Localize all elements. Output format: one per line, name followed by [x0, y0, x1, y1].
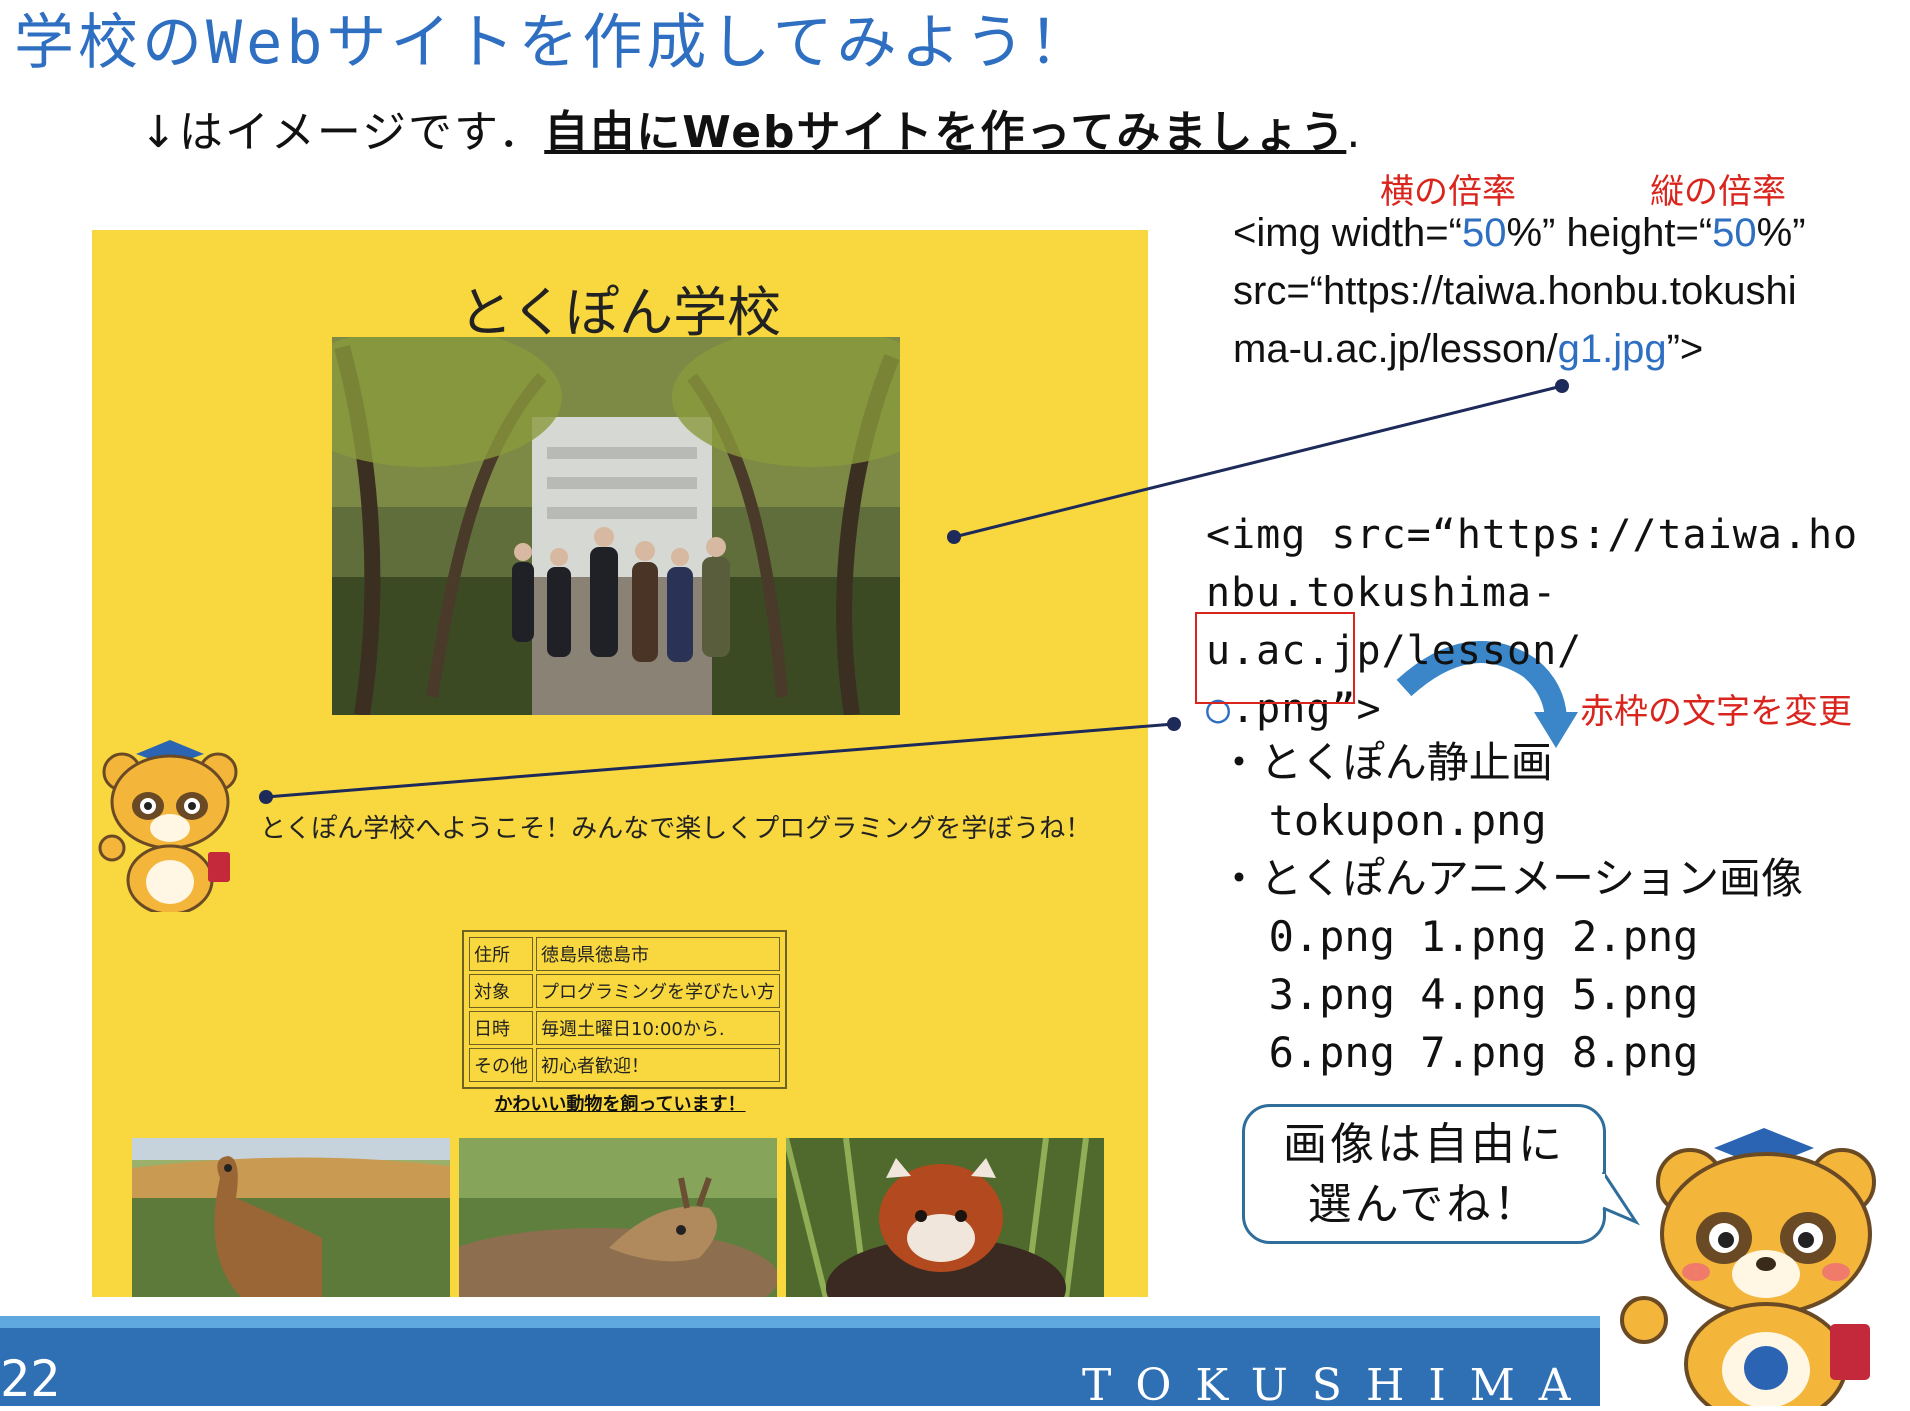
code-line: src=“https://taiwa.honbu.tokushi — [1233, 269, 1797, 313]
page-number: 22 — [0, 1350, 61, 1408]
connector-dot — [259, 790, 273, 804]
speech-bubble: 画像は自由に 選んでね！ — [1242, 1104, 1606, 1244]
list-item: 3.png 4.png 5.png — [1218, 970, 1699, 1019]
connector-dot — [1167, 717, 1181, 731]
list-item: ・とくぽんアニメーション画像 — [1218, 854, 1804, 903]
code-text: <img width=“ — [1233, 211, 1462, 255]
connector-dot — [947, 530, 961, 544]
width-value: 50 — [1461, 211, 1507, 255]
change-note: 赤枠の文字を変更 — [1580, 692, 1852, 732]
list-item: tokupon.png — [1218, 796, 1547, 845]
img-code-sample-1: <img width=“50%” height=“50%” src=“https… — [1233, 204, 1806, 378]
code-text: %” height=“ — [1506, 211, 1713, 255]
connector-dot — [1555, 379, 1569, 393]
file-name: g1.jpg — [1557, 327, 1667, 371]
code-line: <img src=“https://taiwa.ho — [1206, 512, 1859, 558]
code-text: ”> — [1666, 327, 1704, 371]
highlight-red-box — [1195, 612, 1355, 704]
bubble-line: 選んでね！ — [1307, 1179, 1541, 1230]
code-text: ma-u.ac.jp/lesson/ — [1233, 327, 1558, 371]
code-text: %” — [1756, 211, 1806, 255]
tokupon-mascot-large — [1604, 1124, 1910, 1411]
list-item: ・とくぽん静止画 — [1218, 738, 1553, 787]
list-item: 0.png 1.png 2.png — [1218, 912, 1699, 961]
bubble-line: 画像は自由に — [1283, 1119, 1565, 1170]
list-item: 6.png 7.png 8.png — [1218, 1028, 1699, 1077]
height-value: 50 — [1712, 211, 1757, 255]
image-file-list: ・とくぽん静止画 tokupon.png ・とくぽんアニメーション画像 0.png… — [1218, 734, 1803, 1082]
connector-line-2 — [265, 722, 1175, 799]
